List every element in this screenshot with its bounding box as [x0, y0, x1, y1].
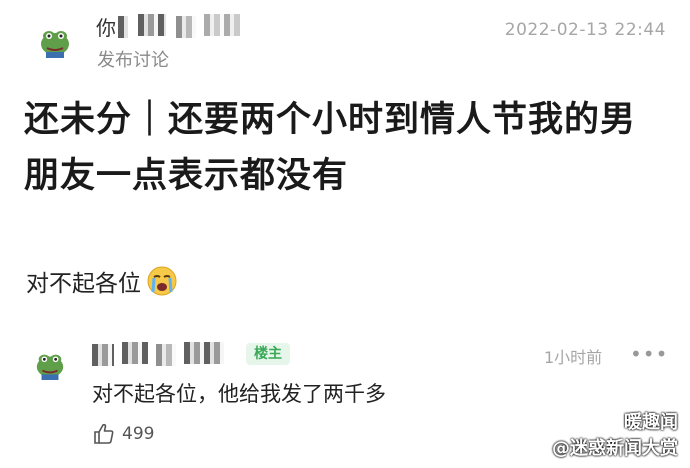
post-username-censored[interactable]: 你 [96, 10, 246, 40]
more-options-button[interactable]: ••• [630, 342, 668, 366]
username-first-char: 你 [96, 16, 116, 40]
post-timestamp: 2022-02-13 22:44 [504, 20, 666, 40]
censor-block [156, 344, 176, 366]
comment-text: 对不起各位，他给我发了两千多 [92, 382, 386, 406]
comment-time: 1小时前 [544, 348, 603, 367]
op-badge: 楼主 [246, 343, 290, 365]
post-category: 发布讨论 [97, 50, 169, 71]
like-count: 499 [122, 424, 155, 444]
post-body-text: 对不起各位 [26, 271, 141, 297]
censor-block [204, 14, 240, 36]
comment-username-censored[interactable] [92, 340, 240, 366]
loudly-crying-face-icon [147, 266, 177, 296]
like-button[interactable]: 499 [92, 422, 154, 446]
watermark: 暖趣闻 @迷惑新闻大赏 [552, 408, 678, 460]
censor-block [118, 16, 128, 38]
frog-avatar[interactable] [38, 24, 72, 58]
post-body: 对不起各位 [26, 264, 177, 298]
censor-block [92, 344, 114, 366]
post-header: 你 发布讨论 2022-02-13 22:44 [0, 0, 690, 80]
thumbs-up-icon [94, 423, 114, 444]
frog-avatar[interactable] [34, 348, 66, 380]
censor-block [184, 342, 224, 364]
censor-block [138, 14, 166, 36]
watermark-line1: 暖趣闻 [624, 412, 678, 433]
watermark-line2: @迷惑新闻大赏 [552, 438, 678, 459]
post-title: 还未分｜还要两个小时到情人节我的男朋友一点表示都没有 [24, 100, 637, 196]
censor-block [122, 342, 148, 364]
censor-block [176, 16, 196, 38]
